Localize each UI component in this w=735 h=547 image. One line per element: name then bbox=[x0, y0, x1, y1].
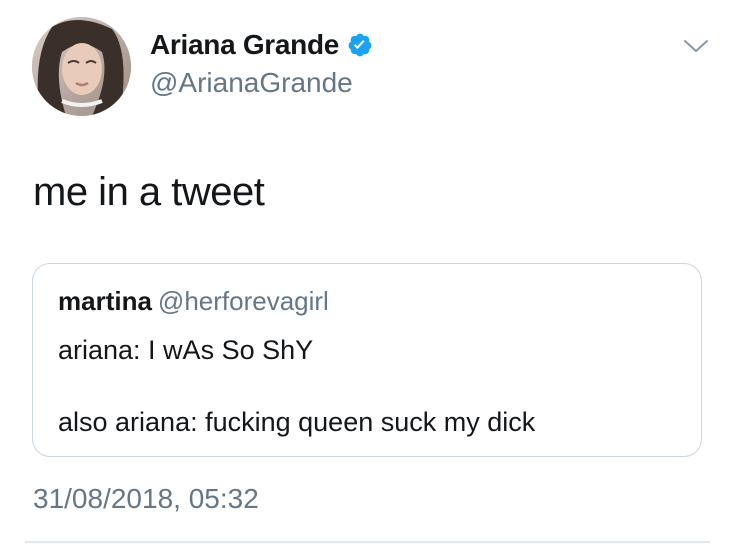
tweet-timestamp[interactable]: 31/08/2018, 05:32 bbox=[33, 482, 259, 516]
divider bbox=[25, 541, 710, 543]
author-display-name[interactable]: Ariana Grande bbox=[150, 28, 339, 62]
avatar-photo bbox=[32, 17, 131, 116]
author-handle[interactable]: @ArianaGrande bbox=[150, 66, 353, 100]
quoted-tweet-line-1: ariana: I wAs So ShY bbox=[58, 335, 314, 365]
quoted-author-handle: @herforevagirl bbox=[157, 286, 329, 316]
chevron-down-icon[interactable] bbox=[683, 38, 709, 54]
verified-badge-icon bbox=[348, 33, 372, 57]
author-name-row[interactable]: Ariana Grande bbox=[150, 28, 373, 62]
quoted-tweet-line-2: also ariana: fucking queen suck my dick bbox=[58, 407, 536, 437]
quoted-tweet-card[interactable]: martina @herforevagirl ariana: I wAs So S… bbox=[32, 263, 702, 457]
avatar[interactable] bbox=[32, 17, 131, 116]
quoted-author-name: martina bbox=[58, 286, 152, 316]
tweet-text: me in a tweet bbox=[33, 170, 265, 214]
quoted-tweet-header: martina @herforevagirl bbox=[58, 285, 329, 317]
